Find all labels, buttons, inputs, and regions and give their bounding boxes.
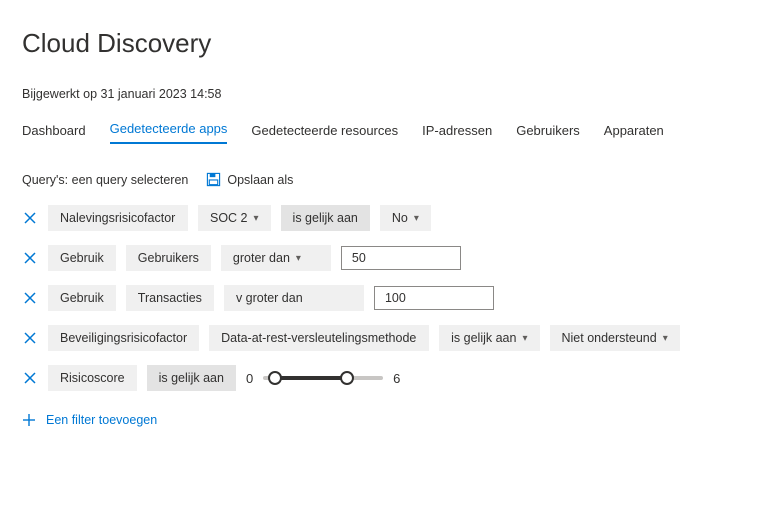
- filter-row-security: Beveiligingsrisicofactor Data-at-rest-ve…: [22, 325, 746, 351]
- filter-subfield-select[interactable]: SOC 2▾: [198, 205, 271, 231]
- page-title: Cloud Discovery: [22, 28, 746, 59]
- remove-filter-icon[interactable]: [22, 210, 38, 226]
- chevron-down-icon: ▾: [254, 213, 259, 224]
- chevron-down-icon: ▾: [522, 333, 527, 344]
- filter-operator[interactable]: is gelijk aan▾: [439, 325, 539, 351]
- filter-field[interactable]: Gebruik: [48, 285, 116, 311]
- filter-field[interactable]: Risicoscore: [48, 365, 137, 391]
- query-selector-label[interactable]: Query's: een query selecteren: [22, 173, 188, 187]
- filter-field[interactable]: Nalevingsrisicofactor: [48, 205, 188, 231]
- tabs-bar: Dashboard Gedetecteerde apps Gedetecteer…: [22, 117, 746, 144]
- add-filter-label: Een filter toevoegen: [46, 413, 157, 427]
- filter-row-compliance: Nalevingsrisicofactor SOC 2▾ is gelijk a…: [22, 205, 746, 231]
- tab-users[interactable]: Gebruikers: [516, 119, 580, 144]
- filters-list: Nalevingsrisicofactor SOC 2▾ is gelijk a…: [22, 205, 746, 391]
- slider-min-label: 0: [246, 371, 253, 386]
- remove-filter-icon[interactable]: [22, 370, 38, 386]
- filter-value-input[interactable]: 100: [374, 286, 494, 310]
- save-as-label: Opslaan als: [227, 173, 293, 187]
- filter-subfield[interactable]: Transacties: [126, 285, 214, 311]
- filter-field[interactable]: Beveiligingsrisicofactor: [48, 325, 199, 351]
- add-filter-button[interactable]: Een filter toevoegen: [22, 413, 746, 427]
- filter-row-usage-transactions: Gebruik Transacties v groter dan 100: [22, 285, 746, 311]
- filter-field[interactable]: Gebruik: [48, 245, 116, 271]
- tab-ip-addresses[interactable]: IP-adressen: [422, 119, 492, 144]
- tab-dashboard[interactable]: Dashboard: [22, 119, 86, 144]
- save-as-button[interactable]: Opslaan als: [206, 172, 293, 187]
- chevron-down-icon: ▾: [414, 213, 419, 224]
- filter-operator[interactable]: is gelijk aan: [281, 205, 370, 231]
- filter-operator-select[interactable]: groter dan▾: [221, 245, 331, 271]
- tab-devices[interactable]: Apparaten: [604, 119, 664, 144]
- filter-subfield[interactable]: Gebruikers: [126, 245, 211, 271]
- remove-filter-icon[interactable]: [22, 250, 38, 266]
- slider-thumb-max[interactable]: [340, 371, 354, 385]
- filter-subfield[interactable]: Data-at-rest-versleutelingsmethode: [209, 325, 429, 351]
- filter-value-select[interactable]: Niet ondersteund▾: [550, 325, 680, 351]
- plus-icon: [22, 413, 36, 427]
- filter-row-usage-users: Gebruik Gebruikers groter dan▾ 50: [22, 245, 746, 271]
- updated-timestamp: Bijgewerkt op 31 januari 2023 14:58: [22, 87, 746, 101]
- slider-track[interactable]: [263, 376, 383, 380]
- slider-thumb-min[interactable]: [268, 371, 282, 385]
- chevron-down-icon: ▾: [296, 253, 301, 264]
- tab-detected-resources[interactable]: Gedetecteerde resources: [251, 119, 398, 144]
- save-icon: [206, 172, 221, 187]
- filter-operator[interactable]: is gelijk aan: [147, 365, 236, 391]
- remove-filter-icon[interactable]: [22, 330, 38, 346]
- filter-operator[interactable]: v groter dan: [224, 285, 364, 311]
- chevron-down-icon: ▾: [663, 333, 668, 344]
- tab-detected-apps[interactable]: Gedetecteerde apps: [110, 117, 228, 144]
- remove-filter-icon[interactable]: [22, 290, 38, 306]
- filter-row-riskscore: Risicoscore is gelijk aan 0 6: [22, 365, 746, 391]
- query-row: Query's: een query selecteren Opslaan al…: [22, 172, 746, 187]
- filter-value-input[interactable]: 50: [341, 246, 461, 270]
- risk-score-slider[interactable]: 0 6: [246, 371, 400, 386]
- filter-value-select[interactable]: No▾: [380, 205, 431, 231]
- slider-max-label: 6: [393, 371, 400, 386]
